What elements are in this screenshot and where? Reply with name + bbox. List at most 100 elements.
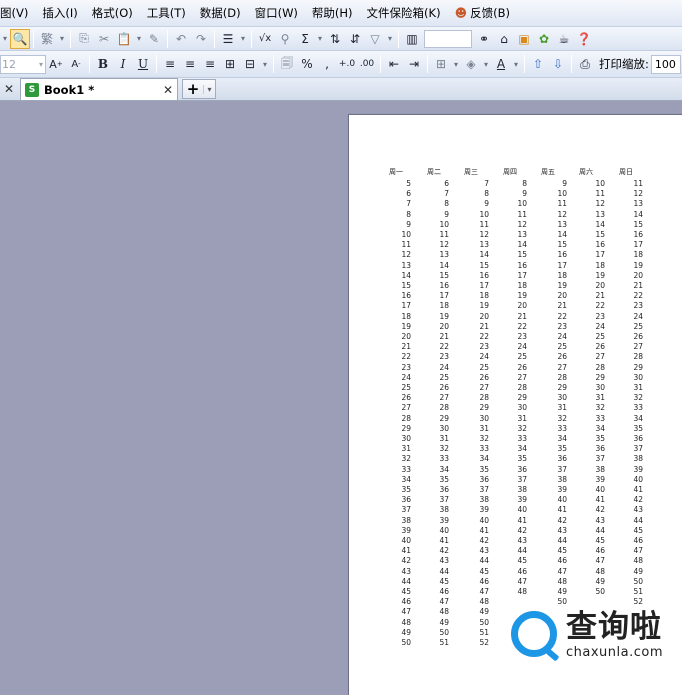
sheet-cell: 10	[557, 189, 567, 199]
dropdown-arrow-icon[interactable]: ▾	[315, 29, 325, 49]
menu-format[interactable]: 格式(O)	[85, 3, 140, 23]
sheet-cell: 18	[479, 291, 489, 301]
dropdown-arrow-icon[interactable]: ▾	[451, 54, 461, 74]
redo-icon[interactable]: ↷	[191, 29, 211, 49]
decrease-font-icon[interactable]: A-	[66, 54, 86, 74]
menu-help[interactable]: 帮助(H)	[305, 3, 360, 23]
decrease-decimal-icon[interactable]: .00	[357, 54, 377, 74]
help-icon[interactable]: ❓	[574, 29, 594, 49]
currency-icon[interactable]: 🗐	[277, 54, 297, 74]
dropdown-arrow-icon[interactable]: ▾	[481, 54, 491, 74]
sheet-cell: 35	[633, 423, 643, 433]
sheet-cell: 24	[439, 362, 449, 372]
menu-insert[interactable]: 插入(I)	[35, 3, 84, 23]
print-zoom-input[interactable]: 100	[650, 54, 681, 74]
sheet-cell: 37	[517, 474, 527, 484]
close-icon[interactable]: ✕	[163, 83, 173, 97]
menu-feedback[interactable]: ☻ 反馈(B)	[448, 3, 517, 23]
align-left-icon[interactable]: ≡	[160, 54, 180, 74]
sheet-cell: 33	[595, 413, 605, 423]
filter-icon[interactable]: ▽	[365, 29, 385, 49]
sheet-cell: 26	[595, 342, 605, 352]
chevron-down-icon[interactable]: ▾	[203, 84, 215, 94]
sheet-cell: 49	[439, 617, 449, 627]
fill-color-icon[interactable]: ◈	[461, 54, 481, 74]
sheet-cell: 31	[439, 434, 449, 443]
sheet-cell: 20	[479, 311, 489, 321]
spell-check-icon[interactable]: 繁	[37, 29, 57, 49]
dropdown-arrow-icon[interactable]: ▾	[0, 29, 10, 49]
new-tab-button[interactable]: + ▾	[182, 79, 216, 99]
dropdown-arrow-icon[interactable]: ▾	[511, 54, 521, 74]
sheet-cell: 35	[517, 454, 527, 464]
sheet-cell: 20	[557, 291, 567, 301]
align-right-icon[interactable]: ≡	[200, 54, 220, 74]
chart-icon[interactable]: ▥	[402, 29, 422, 49]
sheet-cell: 25	[633, 321, 643, 331]
align-center-icon[interactable]: ≡	[180, 54, 200, 74]
sheet-cell: 40	[517, 505, 527, 515]
autosum-icon[interactable]: Σ	[295, 29, 315, 49]
sheet-cell: 21	[633, 281, 643, 290]
increase-decimal-icon[interactable]: +.0	[337, 54, 357, 74]
sheet-cell: 28	[595, 362, 605, 372]
borders-icon[interactable]: ⊞	[431, 54, 451, 74]
sheet-cell: 23	[633, 301, 643, 311]
font-size-select[interactable]: 12 ▾	[0, 54, 46, 74]
arrow-up-icon[interactable]: ⇧	[528, 54, 548, 74]
increase-indent-icon[interactable]: ⇥	[404, 54, 424, 74]
function-icon[interactable]: √x	[255, 29, 275, 49]
style-dropdown[interactable]	[424, 29, 472, 48]
search-icon[interactable]: ⚲	[275, 29, 295, 49]
undo-icon[interactable]: ↶	[171, 29, 191, 49]
column-header: 周五	[541, 168, 555, 176]
format-painter-icon[interactable]: ✎	[144, 29, 164, 49]
italic-icon[interactable]: I	[113, 54, 133, 74]
menu-file-safe[interactable]: 文件保险箱(K)	[360, 3, 448, 23]
gift-icon[interactable]: ▣	[514, 29, 534, 49]
font-color-icon[interactable]: A	[491, 54, 511, 74]
copy-icon[interactable]: ⎘	[74, 29, 94, 49]
sheet-cell: 23	[557, 321, 567, 331]
sheet-cell: 19	[479, 301, 489, 311]
dropdown-arrow-icon[interactable]: ▾	[57, 29, 67, 49]
sort-descending-icon[interactable]: ⇵	[345, 29, 365, 49]
dropdown-arrow-icon[interactable]: ▾	[260, 54, 270, 74]
dropdown-arrow-icon[interactable]: ▾	[238, 29, 248, 49]
percent-icon[interactable]: %	[297, 54, 317, 74]
sheet-cell: 12	[479, 230, 489, 239]
close-icon[interactable]: ✕	[0, 78, 18, 100]
tab-book1[interactable]: S Book1 * ✕	[20, 78, 178, 100]
printer-icon[interactable]: ⎙	[575, 54, 595, 74]
paste-icon[interactable]: 📋	[114, 29, 134, 49]
sheet-cell: 31	[401, 444, 411, 454]
insert-row-icon[interactable]: ☰	[218, 29, 238, 49]
print-preview-icon[interactable]: 🔍	[10, 28, 30, 49]
menu-data[interactable]: 数据(D)	[193, 3, 248, 23]
sheet-cell: 39	[633, 464, 643, 474]
comma-icon[interactable]: ,	[317, 54, 337, 74]
sheet-cell: 10	[439, 219, 449, 229]
sheet-cell: 17	[401, 301, 411, 311]
template-icon[interactable]: ✿	[534, 29, 554, 49]
sheet-cell: 47	[595, 556, 605, 566]
home-icon[interactable]: ⌂	[494, 29, 514, 49]
sheet-cell: 18	[633, 250, 643, 260]
decrease-indent-icon[interactable]: ⇤	[384, 54, 404, 74]
cup-icon[interactable]: ☕	[554, 29, 574, 49]
arrow-down-icon[interactable]: ⇩	[548, 54, 568, 74]
binoculars-icon[interactable]: ⚭	[474, 29, 494, 49]
dropdown-arrow-icon[interactable]: ▾	[385, 29, 395, 49]
bold-icon[interactable]: B	[93, 54, 113, 74]
sort-ascending-icon[interactable]: ⇅	[325, 29, 345, 49]
dropdown-arrow-icon[interactable]: ▾	[134, 29, 144, 49]
increase-font-icon[interactable]: A +	[46, 54, 66, 74]
merge-center-icon[interactable]: ⊟	[240, 54, 260, 74]
sheet-cell: 18	[595, 260, 605, 270]
merge-cells-icon[interactable]: ⊞	[220, 54, 240, 74]
menu-window[interactable]: 窗口(W)	[248, 3, 305, 23]
menu-tools[interactable]: 工具(T)	[140, 3, 193, 23]
cut-icon[interactable]: ✂	[94, 29, 114, 49]
underline-icon[interactable]: U	[133, 54, 153, 74]
menu-view[interactable]: 图(V)	[0, 3, 35, 23]
